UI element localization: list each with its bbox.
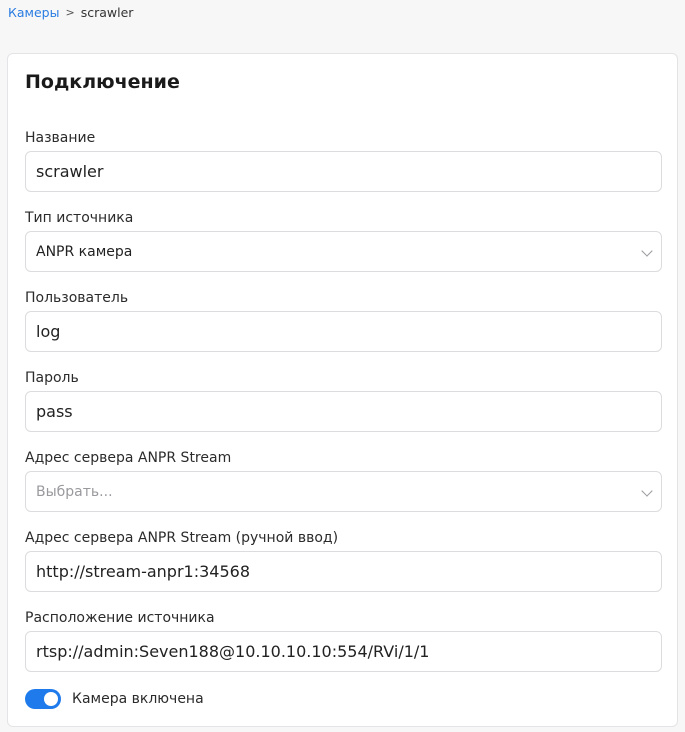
camera-enabled-row: Камера включена [25, 688, 204, 710]
camera-enabled-label: Камера включена [72, 691, 204, 707]
chevron-down-icon [641, 485, 653, 497]
anpr-server-manual-label: Адрес сервера ANPR Stream (ручной ввод) [25, 530, 339, 546]
camera-enabled-toggle[interactable] [25, 689, 61, 709]
anpr-server-select[interactable]: Выбрать... [25, 471, 662, 512]
user-input[interactable]: log [25, 311, 662, 352]
user-label: Пользователь [25, 290, 129, 306]
card-title: Подключение [25, 71, 180, 93]
source-location-label: Расположение источника [25, 610, 215, 626]
chevron-down-icon [641, 245, 653, 257]
toggle-knob [44, 692, 58, 706]
source-type-value: ANPR камера [36, 243, 133, 260]
name-input[interactable]: scrawler [25, 151, 662, 192]
anpr-server-placeholder: Выбрать... [36, 483, 113, 500]
password-label: Пароль [25, 370, 79, 386]
source-type-select[interactable]: ANPR камера [25, 231, 662, 272]
password-input[interactable]: pass [25, 391, 662, 432]
breadcrumb: Камеры > scrawler [8, 4, 133, 20]
source-type-label: Тип источника [25, 210, 134, 226]
anpr-server-label: Адрес сервера ANPR Stream [25, 450, 232, 466]
connection-card: Подключение Название scrawler Тип источн… [7, 53, 678, 727]
breadcrumb-separator: > [65, 5, 75, 19]
name-label: Название [25, 130, 96, 146]
breadcrumb-current: scrawler [80, 4, 134, 20]
source-location-input[interactable]: rtsp://admin:Seven188@10.10.10.10:554/RV… [25, 631, 662, 672]
anpr-server-manual-input[interactable]: http://stream-anpr1:34568 [25, 551, 662, 592]
breadcrumb-link-cameras[interactable]: Камеры [8, 5, 59, 20]
